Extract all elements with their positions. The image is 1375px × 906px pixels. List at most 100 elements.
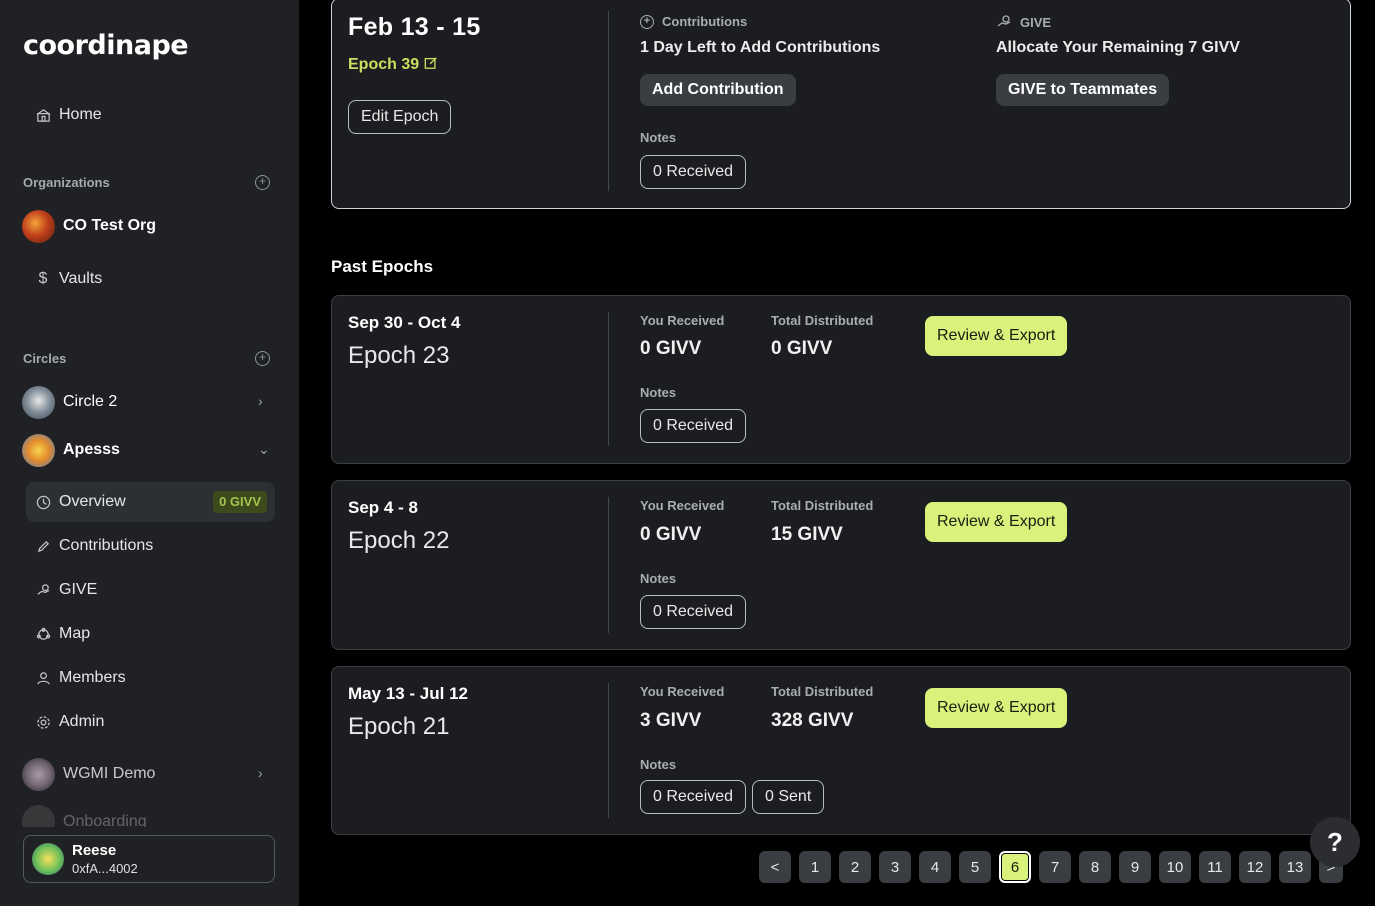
notes-label: Notes	[640, 385, 677, 400]
give-to-teammates-button[interactable]: GIVE to Teammates	[996, 74, 1170, 106]
circle-avatar	[22, 805, 55, 827]
organizations-label: Organizations	[23, 175, 110, 190]
total-distributed-value: 15 GIVV	[771, 524, 843, 545]
contributions-header: + Contributions	[640, 14, 747, 29]
sidebar-item-vaults[interactable]: $ Vaults	[26, 259, 275, 299]
chevron-right-icon[interactable]: ›	[258, 765, 263, 781]
page-button-current[interactable]: 6	[999, 851, 1031, 883]
contributions-label: Contributions	[662, 14, 748, 29]
you-received-label: You Received	[640, 313, 725, 328]
notes-received-button[interactable]: 0 Received	[640, 780, 747, 814]
divider	[608, 11, 609, 191]
dollar-icon: $	[38, 270, 48, 287]
coordinape-logo[interactable]: coordinape	[23, 30, 189, 61]
review-export-button[interactable]: Review & Export	[925, 688, 1068, 728]
members-icon	[35, 670, 51, 686]
chevron-right-icon[interactable]: ›	[258, 393, 263, 409]
current-epoch-dates: Feb 13 - 15	[348, 13, 481, 41]
circle-avatar	[22, 385, 55, 419]
page-button[interactable]: 4	[919, 851, 951, 883]
current-epoch-card: Feb 13 - 15 Epoch 39 Edit Epoch + Contri…	[331, 0, 1351, 209]
you-received-label: You Received	[640, 684, 725, 699]
notes-sent-button[interactable]: 0 Sent	[752, 780, 825, 814]
past-epoch-card: Sep 4 - 8 Epoch 22 You Received 0 GIVV T…	[331, 480, 1351, 650]
epoch-number: Epoch 39	[348, 56, 420, 73]
edit-epoch-button[interactable]: Edit Epoch	[348, 100, 452, 134]
page-button[interactable]: 2	[839, 851, 871, 883]
review-export-button[interactable]: Review & Export	[925, 502, 1068, 542]
circles-label: Circles	[23, 351, 67, 366]
user-profile-card[interactable]: Reese 0xfA...4002	[23, 835, 275, 883]
help-button[interactable]: ?	[1310, 817, 1360, 867]
sidebar-item-label: Admin	[59, 713, 105, 730]
sidebar-item-contributions[interactable]: Contributions	[26, 526, 275, 566]
sidebar-item-onboarding[interactable]: Onboarding	[22, 805, 277, 827]
page-button[interactable]: 10	[1159, 851, 1191, 883]
add-organization-icon[interactable]: +	[255, 175, 270, 190]
give-label: GIVE	[1020, 14, 1052, 30]
circle-avatar	[22, 433, 55, 467]
overview-icon	[35, 494, 51, 510]
notes-label: Notes	[640, 571, 677, 586]
sidebar-item-circle-2[interactable]: Circle 2	[22, 384, 277, 420]
notes-received-button[interactable]: 0 Received	[640, 155, 747, 189]
give-icon	[35, 582, 51, 598]
org-avatar	[22, 209, 55, 243]
user-avatar	[32, 843, 64, 875]
contributions-text: 1 Day Left to Add Contributions	[640, 39, 881, 56]
sidebar-item-apesss[interactable]: Apesss	[22, 432, 277, 468]
add-circle-icon[interactable]: +	[255, 351, 270, 366]
prev-page-button[interactable]: <	[759, 851, 791, 883]
sidebar-item-wgmi-demo[interactable]: WGMI Demo	[22, 756, 277, 792]
circle-avatar	[22, 757, 55, 791]
map-icon	[35, 626, 51, 642]
page-button[interactable]: 9	[1119, 851, 1151, 883]
epoch-name: Epoch 22	[348, 527, 450, 554]
page-button[interactable]: 3	[879, 851, 911, 883]
total-distributed-label: Total Distributed	[771, 313, 874, 328]
sidebar-item-label: GIVE	[59, 581, 98, 598]
divider	[608, 683, 609, 818]
notes-label: Notes	[640, 757, 677, 772]
epoch-dates: Sep 4 - 8	[348, 498, 418, 517]
sidebar-item-label: Contributions	[59, 537, 154, 554]
sidebar-item-label: Home	[59, 106, 102, 123]
sidebar-item-label: Vaults	[59, 270, 103, 287]
gear-icon	[35, 714, 51, 730]
page-button[interactable]: 11	[1199, 851, 1231, 883]
page-button[interactable]: 5	[959, 851, 991, 883]
notes-received-button[interactable]: 0 Received	[640, 409, 747, 443]
org-name: CO Test Org	[63, 217, 157, 234]
current-epoch-label[interactable]: Epoch 39	[348, 56, 438, 74]
page-button[interactable]: 13	[1279, 851, 1311, 883]
page-button[interactable]: 12	[1239, 851, 1271, 883]
chevron-down-icon[interactable]: ⌄	[258, 441, 270, 458]
sidebar-item-label: Members	[59, 669, 126, 686]
pagination: < 1 2 3 4 5 6 7 8 9 10 11 12 13 >	[759, 851, 1343, 883]
total-distributed-label: Total Distributed	[771, 498, 874, 513]
you-received-label: You Received	[640, 498, 725, 513]
page-button[interactable]: 8	[1079, 851, 1111, 883]
total-distributed-label: Total Distributed	[771, 684, 874, 699]
page-button[interactable]: 7	[1039, 851, 1071, 883]
sidebar-item-members[interactable]: Members	[26, 658, 275, 698]
you-received-value: 0 GIVV	[640, 338, 702, 359]
sidebar-item-map[interactable]: Map	[26, 614, 275, 654]
notes-label: Notes	[640, 130, 677, 145]
add-contribution-button[interactable]: Add Contribution	[640, 74, 796, 106]
sidebar-item-admin[interactable]: Admin	[26, 702, 275, 742]
sidebar-item-overview[interactable]: Overview 0 GIVV	[26, 482, 275, 522]
page-button[interactable]: 1	[799, 851, 831, 883]
user-name: Reese	[72, 842, 117, 859]
divider	[608, 312, 609, 446]
review-export-button[interactable]: Review & Export	[925, 316, 1068, 356]
sidebar-item-give[interactable]: GIVE	[26, 570, 275, 610]
epoch-name: Epoch 23	[348, 342, 450, 369]
sidebar-item-home[interactable]: Home	[26, 95, 275, 135]
notes-received-button[interactable]: 0 Received	[640, 595, 747, 629]
circle-name: Apesss	[63, 441, 120, 458]
sidebar-item-org[interactable]: CO Test Org	[22, 208, 277, 244]
give-text: Allocate Your Remaining 7 GIVV	[996, 39, 1240, 56]
epoch-name: Epoch 21	[348, 713, 450, 740]
past-epoch-card: May 13 - Jul 12 Epoch 21 You Received 3 …	[331, 666, 1351, 835]
